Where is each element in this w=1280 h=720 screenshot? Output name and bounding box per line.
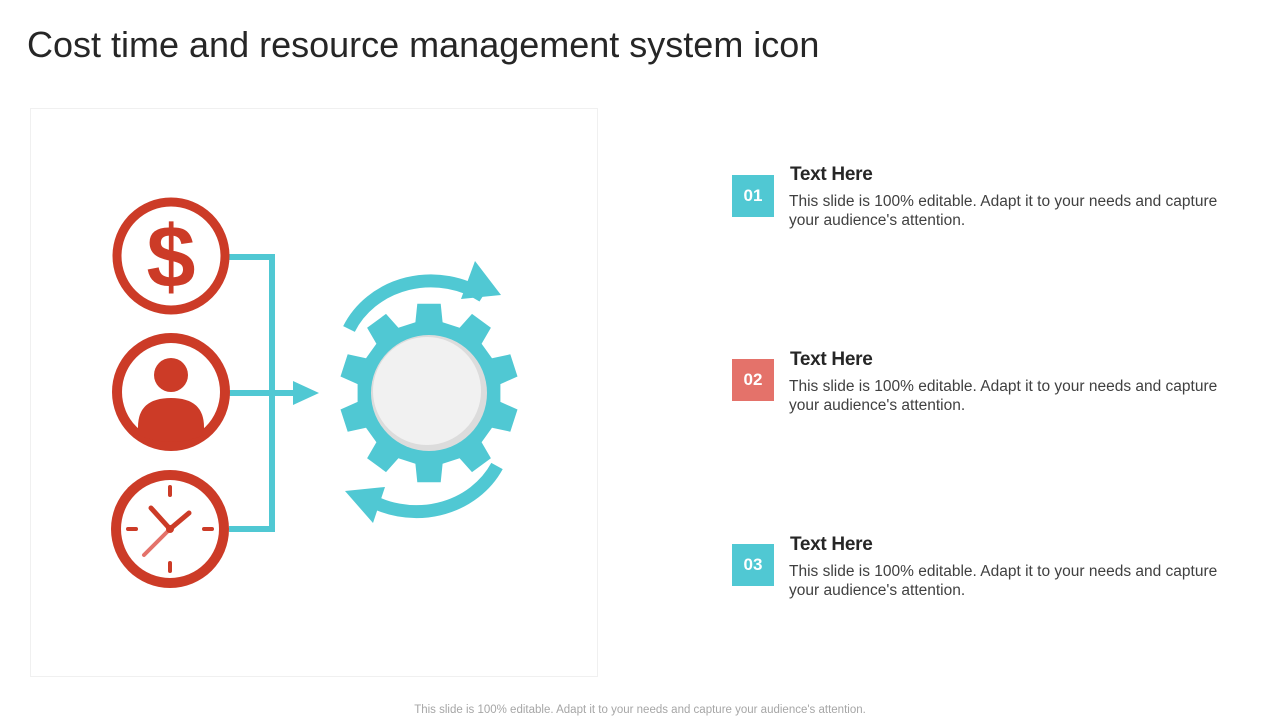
item-description: This slide is 100% editable. Adapt it to… — [789, 563, 1218, 599]
svg-text:$: $ — [147, 207, 196, 306]
number-badge: 01 — [732, 175, 774, 217]
illustration: $ — [111, 197, 518, 588]
illustration-panel: $ — [30, 108, 598, 677]
item-heading: Text Here — [790, 349, 873, 370]
arrow-right-icon — [293, 381, 319, 405]
gear-center — [373, 337, 481, 445]
connector-lines — [229, 254, 299, 532]
list-item: 03 Text Here This slide is 100% editable… — [732, 534, 1242, 614]
dollar-icon: $ — [112, 197, 230, 315]
gear-icon — [340, 303, 518, 483]
number-badge: 02 — [732, 359, 774, 401]
clock-icon — [111, 470, 229, 588]
footer-note: This slide is 100% editable. Adapt it to… — [414, 704, 866, 716]
item-description: This slide is 100% editable. Adapt it to… — [789, 193, 1218, 229]
slide-title: Cost time and resource management system… — [27, 24, 820, 65]
list-item: 01 Text Here This slide is 100% editable… — [732, 164, 1242, 244]
item-heading: Text Here — [790, 164, 873, 185]
list-item: 02 Text Here This slide is 100% editable… — [732, 349, 1242, 429]
number-badge: 03 — [732, 544, 774, 586]
person-icon — [112, 333, 230, 451]
item-heading: Text Here — [790, 534, 873, 555]
item-description: This slide is 100% editable. Adapt it to… — [789, 378, 1218, 414]
